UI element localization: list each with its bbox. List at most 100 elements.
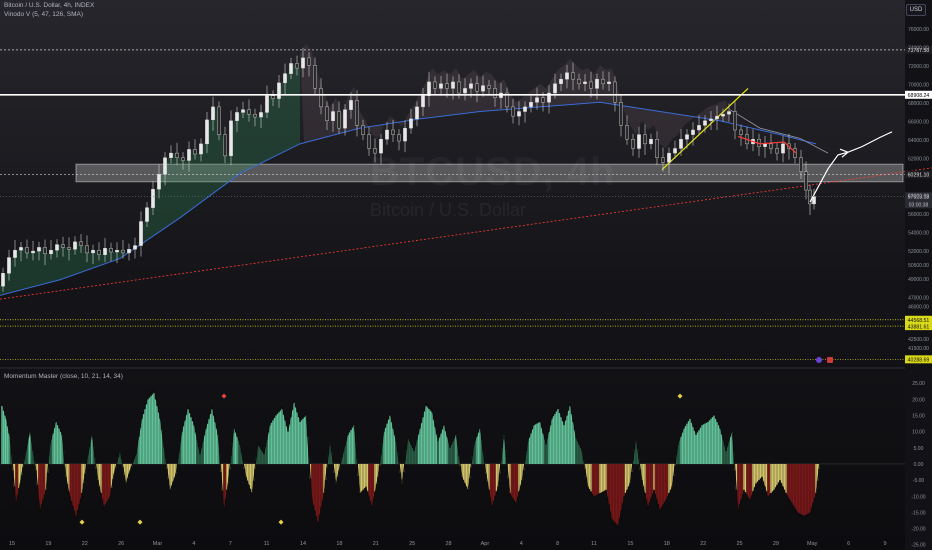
candle-body <box>361 125 365 135</box>
candle-body <box>283 73 287 84</box>
candle-body <box>103 248 107 255</box>
oscillator-title[interactable]: Momentum Master (close, 10, 21, 14, 34) <box>4 373 123 380</box>
candle-body <box>439 83 443 89</box>
candle-body <box>559 78 563 84</box>
candle-body <box>703 120 707 126</box>
candle-body <box>583 81 587 84</box>
time-axis-tick: Mar <box>153 541 163 547</box>
candle-body <box>331 111 335 121</box>
candle-body <box>163 157 167 175</box>
price-label: 68908.24 <box>908 93 930 99</box>
flash-icon[interactable] <box>816 357 822 363</box>
price-axis-tick: 46000.00 <box>908 305 929 311</box>
price-axis-tick: 68000.00 <box>908 101 929 107</box>
candle-body <box>133 245 137 250</box>
oscillator-axis-tick: -25.00 <box>911 543 925 549</box>
candle-body <box>739 129 743 135</box>
oscillator-axis-tick: 25.00 <box>912 381 925 387</box>
price-axis-tick: 72000.00 <box>908 64 929 70</box>
candle-body <box>307 57 311 66</box>
candle-body <box>403 127 407 142</box>
candle-body <box>727 111 731 115</box>
candle-body <box>73 241 77 250</box>
candle-body <box>325 106 329 121</box>
price-axis-tick: 50500.00 <box>908 263 929 269</box>
chart-canvas: 73767.5068908.2460291.1057923.1803:00:38… <box>0 0 932 550</box>
time-axis-tick: 28 <box>445 541 451 547</box>
time-axis-tick: 7 <box>229 541 232 547</box>
candle-body <box>229 120 233 157</box>
candle-body <box>145 207 149 222</box>
candle-body <box>697 125 701 131</box>
candle-body <box>721 114 725 117</box>
price-label: 43881.61 <box>908 324 930 330</box>
currency-button[interactable]: USD <box>906 4 926 16</box>
oscillator-axis-tick: 5.00 <box>914 446 924 452</box>
candle-body <box>295 63 299 69</box>
candle-body <box>643 134 647 145</box>
price-axis-tick: 54000.00 <box>908 231 929 237</box>
candle-body <box>277 82 281 99</box>
time-axis-tick: 8 <box>556 541 559 547</box>
candle-body <box>541 97 545 103</box>
candle-body <box>109 248 113 253</box>
candle-body <box>775 148 779 154</box>
news-icon[interactable] <box>827 357 833 363</box>
candle-body <box>271 95 275 99</box>
candle-body <box>313 65 317 89</box>
candle-body <box>523 106 527 112</box>
price-axis-tick: 42500.00 <box>908 337 929 343</box>
candle-body <box>205 119 209 145</box>
candle-body <box>241 109 245 113</box>
candle-body <box>709 118 713 121</box>
candle-body <box>769 143 773 149</box>
candle-body <box>55 244 59 251</box>
symbol-title[interactable]: Bitcoin / U.S. Dollar, 4h, INDEX <box>4 2 94 9</box>
time-axis-tick: 18 <box>664 541 670 547</box>
candle-body <box>517 111 521 117</box>
candle-body <box>37 247 41 252</box>
candle-body <box>97 249 101 255</box>
candle-body <box>187 149 191 161</box>
candle-body <box>259 112 263 118</box>
price-axis-tick: 52000.00 <box>908 249 929 255</box>
candle-body <box>613 81 617 103</box>
price-axis-tick: 49000.00 <box>908 277 929 283</box>
candle-body <box>457 81 461 94</box>
oscillator-axis-tick: 0.00 <box>914 462 924 468</box>
price-label: 40288.69 <box>908 358 930 364</box>
candle-body <box>115 249 119 253</box>
candle-body <box>235 112 239 121</box>
candle-body <box>529 102 533 108</box>
oscillator-axis-tick: 10.00 <box>912 430 925 436</box>
candle-body <box>247 109 251 115</box>
time-axis-tick: 26 <box>118 541 124 547</box>
candle-body <box>157 174 161 190</box>
price-axis-tick: 41500.00 <box>908 346 929 352</box>
candle-body <box>169 152 173 158</box>
price-label: 60291.10 <box>908 173 930 179</box>
candle-body <box>799 157 803 172</box>
time-axis-tick: 25 <box>736 541 742 547</box>
candle-body <box>433 81 437 89</box>
candle-body <box>649 139 653 145</box>
candle-body <box>397 134 401 142</box>
time-axis-tick: Apr <box>481 541 490 547</box>
candle-body <box>619 102 623 126</box>
candle-body <box>571 72 575 80</box>
time-axis-tick: 15 <box>627 541 633 547</box>
candle-body <box>85 245 89 254</box>
candle-body <box>535 97 539 103</box>
candle-body <box>421 95 425 108</box>
candle-body <box>655 139 659 158</box>
candle-body <box>301 57 305 69</box>
price-axis-tick: 74000.00 <box>908 46 929 52</box>
candle-body <box>355 100 359 126</box>
candle-body <box>1 273 5 287</box>
candle-body <box>493 88 497 98</box>
candle-body <box>349 100 353 110</box>
countdown-label: 03:00:38 <box>909 202 929 208</box>
indicator-legend[interactable]: Vinodo V (5, 47, 126, SMA) <box>4 11 83 18</box>
candle-body <box>151 188 155 208</box>
time-axis-tick: 9 <box>883 541 886 547</box>
